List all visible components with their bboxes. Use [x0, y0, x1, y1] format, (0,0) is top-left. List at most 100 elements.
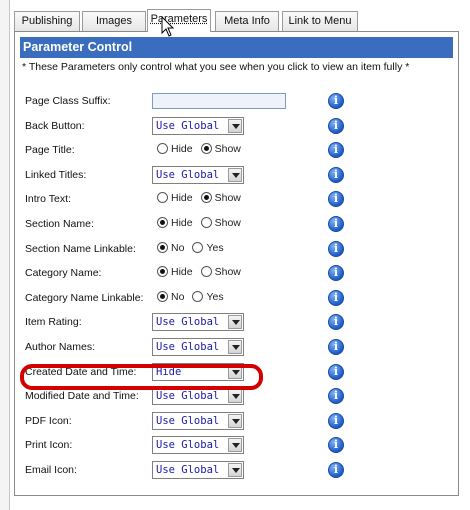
radio-button[interactable]: [157, 217, 168, 229]
info-icon[interactable]: i: [328, 339, 344, 355]
param-row-modified-date-and-time: Modified Date and Time: Use Global i: [15, 386, 455, 408]
radio-button[interactable]: [192, 291, 204, 303]
tab-label: Parameters: [150, 13, 208, 25]
chevron-down-icon[interactable]: [228, 119, 242, 133]
radio-button[interactable]: [157, 192, 168, 204]
radio-option-hide[interactable]: Hide: [157, 143, 193, 155]
radio-button[interactable]: [157, 143, 168, 155]
info-icon[interactable]: i: [328, 265, 344, 281]
param-row-section-name: Section Name: Hide Show i: [15, 214, 455, 236]
radio-option-show[interactable]: Show: [200, 143, 241, 155]
radio-option-no[interactable]: No: [157, 291, 184, 303]
param-label: Author Names:: [25, 341, 96, 353]
created-date-and-time-select[interactable]: Hide: [152, 363, 244, 381]
radio-label: Yes: [206, 242, 224, 255]
radio-label: Yes: [206, 291, 224, 304]
param-label: Page Title:: [25, 144, 75, 156]
chevron-down-icon[interactable]: [228, 365, 242, 379]
chevron-down-icon[interactable]: [228, 389, 242, 403]
info-icon[interactable]: i: [328, 167, 344, 183]
radio-option-show[interactable]: Show: [200, 266, 241, 278]
info-icon[interactable]: i: [328, 290, 344, 306]
page-class-suffix-input[interactable]: [152, 93, 286, 109]
category-name-radio-group: Hide Show: [157, 266, 249, 278]
radio-button[interactable]: [200, 192, 212, 204]
chevron-down-icon[interactable]: [228, 414, 242, 428]
param-label: Section Name:: [25, 218, 94, 230]
info-icon[interactable]: i: [328, 216, 344, 232]
chevron-down-icon[interactable]: [228, 463, 242, 477]
radio-button[interactable]: [200, 266, 212, 278]
info-icon[interactable]: i: [328, 364, 344, 380]
chevron-down-icon[interactable]: [228, 340, 242, 354]
param-row-category-name: Category Name: Hide Show i: [15, 263, 455, 285]
tab-label: Images: [95, 15, 133, 27]
print-icon-select[interactable]: Use Global: [152, 436, 244, 454]
info-icon[interactable]: i: [328, 462, 344, 478]
author-names-select[interactable]: Use Global: [152, 338, 244, 356]
info-icon[interactable]: i: [328, 118, 344, 134]
select-value: Hide: [156, 366, 182, 378]
intro-text-radio-group: Hide Show: [157, 192, 249, 204]
radio-label: No: [171, 242, 185, 255]
tab-publishing[interactable]: Publishing: [14, 11, 80, 31]
radio-option-show[interactable]: Show: [200, 192, 241, 204]
param-row-email-icon: Email Icon: Use Global i: [15, 460, 455, 482]
page-title-radio-group: Hide Show: [157, 143, 249, 155]
radio-button[interactable]: [200, 143, 212, 155]
info-icon[interactable]: i: [328, 413, 344, 429]
radio-button[interactable]: [157, 242, 168, 254]
radio-option-no[interactable]: No: [157, 242, 184, 254]
param-row-print-icon: Print Icon: Use Global i: [15, 435, 455, 457]
info-icon[interactable]: i: [328, 241, 344, 257]
radio-button[interactable]: [200, 217, 212, 229]
radio-button[interactable]: [192, 242, 204, 254]
param-row-created-date-and-time: Created Date and Time: Hide i: [15, 362, 455, 384]
linked-titles-select[interactable]: Use Global: [152, 166, 244, 184]
param-label: PDF Icon:: [25, 415, 72, 427]
param-label: Created Date and Time:: [25, 366, 137, 378]
modified-date-and-time-select[interactable]: Use Global: [152, 387, 244, 405]
radio-option-yes[interactable]: Yes: [192, 291, 224, 304]
chevron-down-icon[interactable]: [228, 168, 242, 182]
chevron-down-icon[interactable]: [228, 438, 242, 452]
info-icon[interactable]: i: [328, 93, 344, 109]
radio-button[interactable]: [157, 291, 168, 303]
info-icon[interactable]: i: [328, 191, 344, 207]
tab-label: Publishing: [21, 15, 73, 27]
select-value: Use Global: [156, 464, 220, 476]
info-icon[interactable]: i: [328, 314, 344, 330]
param-row-category-name-linkable: Category Name Linkable: No Yes i: [15, 288, 455, 310]
chevron-down-icon[interactable]: [228, 315, 242, 329]
param-row-intro-text: Intro Text: Hide Show i: [15, 189, 455, 211]
select-value: Use Global: [156, 439, 220, 451]
info-icon[interactable]: i: [328, 437, 344, 453]
section-name-linkable-radio-group: No Yes: [157, 242, 232, 254]
radio-button[interactable]: [157, 266, 168, 278]
item-rating-select[interactable]: Use Global: [152, 313, 244, 331]
param-label: Intro Text:: [25, 193, 71, 205]
tab-parameters[interactable]: Parameters: [147, 9, 211, 32]
param-label: Print Icon:: [25, 439, 73, 451]
tab-meta-info[interactable]: Meta Info: [215, 11, 279, 31]
email-icon-select[interactable]: Use Global: [152, 461, 244, 479]
info-icon[interactable]: i: [328, 388, 344, 404]
pdf-icon-select[interactable]: Use Global: [152, 412, 244, 430]
radio-option-show[interactable]: Show: [200, 217, 241, 229]
param-row-page-class-suffix: Page Class Suffix: i: [15, 91, 455, 113]
param-label: Back Button:: [25, 120, 85, 132]
select-value: Use Global: [156, 120, 220, 132]
param-label: Modified Date and Time:: [25, 390, 139, 402]
info-icon[interactable]: i: [328, 142, 344, 158]
param-label: Linked Titles:: [25, 169, 87, 181]
tab-images[interactable]: Images: [82, 11, 146, 31]
back-button-select[interactable]: Use Global: [152, 117, 244, 135]
radio-option-yes[interactable]: Yes: [192, 242, 224, 255]
radio-label: Hide: [171, 217, 193, 230]
radio-option-hide[interactable]: Hide: [157, 192, 193, 204]
radio-label: No: [171, 291, 185, 304]
param-label: Page Class Suffix:: [25, 95, 111, 107]
tab-link-to-menu[interactable]: Link to Menu: [282, 11, 358, 31]
radio-option-hide[interactable]: Hide: [157, 266, 193, 278]
radio-option-hide[interactable]: Hide: [157, 217, 193, 229]
